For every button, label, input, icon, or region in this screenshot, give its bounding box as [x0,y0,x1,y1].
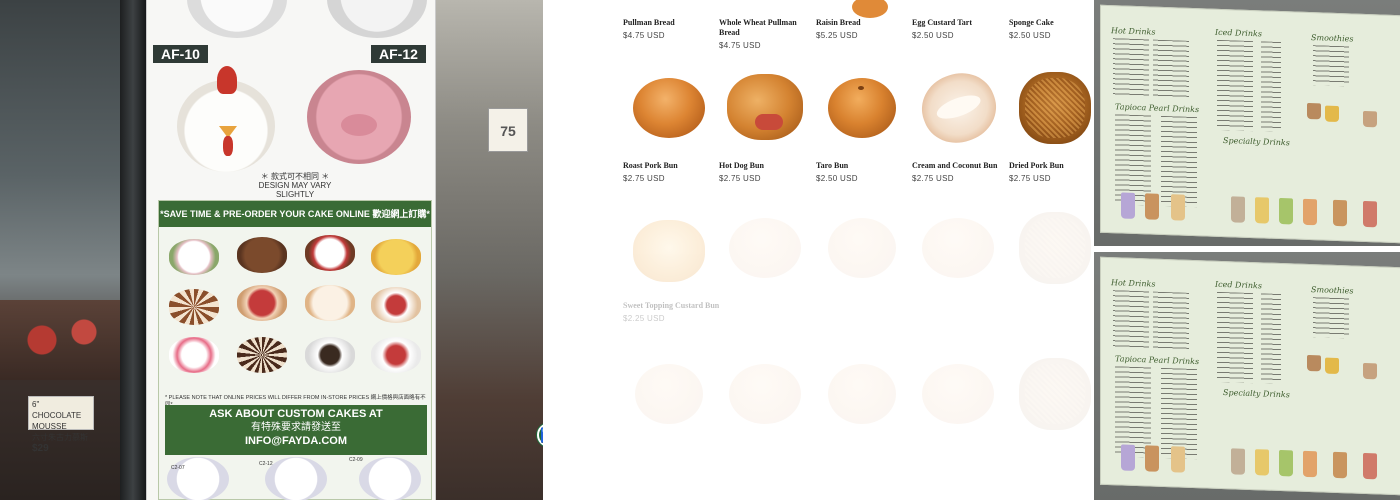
poster-note-chinese: ＊ 款式可不相同 ＊ [260,172,330,181]
product-card-placeholder [816,204,906,294]
drink-menu-sheet: Hot Drinks Iced Drinks Smoothies Tapioca… [1100,256,1400,496]
product-card-placeholder [719,350,809,440]
product-card-placeholder [912,350,1002,440]
product-price: $2.25 USD [623,314,665,323]
product-name[interactable]: Pullman Bread [623,18,713,28]
product-price: $2.75 USD [1009,174,1051,183]
drink-menu-photos: Hot Drinks Iced Drinks Smoothies Tapioca… [1094,0,1400,500]
product-image[interactable] [623,64,713,154]
product-image[interactable] [1009,64,1094,154]
character-cake-image [359,457,421,500]
menu-section-title: Tapioca Pearl Drinks [1115,354,1200,367]
shelf-tag-chinese: 六寸朱古力慕斯 [32,433,88,442]
product-card[interactable]: Whole Wheat Pullman Bread $4.75 USD [719,18,809,50]
cake-code: C2-12 [259,461,273,467]
product-name[interactable]: Sweet Topping Custard Bun [623,301,719,311]
product-price: $2.75 USD [623,174,665,183]
cake-code: C2-07 [171,465,185,471]
product-name[interactable]: Hot Dog Bun [719,161,809,171]
character-cake-image [167,457,229,500]
shelf-sign: 75 [488,108,528,152]
product-card-placeholder [1009,204,1094,294]
interior-shelf: 75 [436,0,543,500]
product-name[interactable]: Roast Pork Bun [623,161,713,171]
product-price: $2.75 USD [912,174,954,183]
preorder-banner: *SAVE TIME & PRE-ORDER YOUR CAKE ONLINE … [159,201,431,227]
cake-code: C2-09 [349,457,363,463]
product-image[interactable] [623,204,713,294]
menu-section-title: Iced Drinks [1215,279,1262,291]
product-price: $2.75 USD [719,174,761,183]
menu-section-title: Specialty Drinks [1223,136,1290,148]
product-name[interactable]: Taro Bun [816,161,906,171]
shelf-tag-price: $29 [32,443,49,454]
product-card[interactable]: Taro Bun $2.50 USD [816,64,906,183]
custom-cakes-line2: 有特殊要求請發送至 [251,422,341,433]
product-card-placeholder [912,204,1002,294]
preorder-poster: *SAVE TIME & PRE-ORDER YOUR CAKE ONLINE … [158,200,432,500]
product-name[interactable]: Cream and Coconut Bun [912,161,1002,171]
product-price: $4.75 USD [719,41,761,50]
product-name[interactable]: Dried Pork Bun [1009,161,1094,171]
rooster-cake-image [177,66,275,172]
product-image[interactable] [816,64,906,154]
product-card[interactable]: Sponge Cake $2.50 USD [1009,18,1094,40]
poster-cake-top-right [327,0,427,38]
menu-section-title: Smoothies [1311,285,1354,296]
product-card[interactable]: Dried Pork Bun $2.75 USD [1009,64,1094,183]
shelf-price-tag: 6" CHOCOLATE MOUSSE 六寸朱古力慕斯 $29 [28,396,94,454]
cake-code-label: AF-10 [153,45,208,63]
product-grid: Pullman Bread $4.75 USD Whole Wheat Pull… [543,0,1094,500]
product-image[interactable] [719,64,809,154]
product-image[interactable] [852,0,888,18]
cake-code-label: AF-12 [371,45,426,63]
product-name[interactable]: Raisin Bread [816,18,906,28]
product-name[interactable]: Whole Wheat Pullman Bread [719,18,809,38]
product-card[interactable]: Sweet Topping Custard Bun $2.25 USD [623,204,719,323]
menu-section-title: Hot Drinks [1111,278,1156,289]
menu-section-title: Hot Drinks [1111,26,1156,37]
storefront-photo: 6" CHOCOLATE MOUSSE 六寸朱古力慕斯 $29 AF-10 AF… [0,0,543,500]
product-card[interactable]: Raisin Bread $5.25 USD [816,0,906,40]
menu-section-title: Tapioca Pearl Drinks [1115,102,1200,115]
menu-section-title: Smoothies [1311,33,1354,44]
product-price: $2.50 USD [816,174,858,183]
product-price: $2.50 USD [1009,31,1051,40]
product-name[interactable]: Sponge Cake [1009,18,1094,28]
door-frame [120,0,146,500]
custom-cakes-box: ASK ABOUT CUSTOM CAKES AT 有特殊要求請發送至 INFO… [165,405,427,455]
shop-window: 6" CHOCOLATE MOUSSE 六寸朱古力慕斯 $29 [0,0,140,500]
custom-cakes-email: INFO@FAYDA.COM [245,435,347,447]
pig-cake-image [307,70,411,164]
product-card[interactable]: Cream and Coconut Bun $2.75 USD [912,63,1006,183]
product-price: $4.75 USD [623,31,665,40]
cake-display-shelf [0,300,140,380]
cake-grid-image [167,233,425,393]
product-name[interactable]: Egg Custard Tart [912,18,1002,28]
product-image[interactable] [912,63,1006,154]
drink-menu-sheet: Hot Drinks Iced Drinks Smoothies Tapioca… [1100,4,1400,244]
product-price: $2.50 USD [912,31,954,40]
shelf-tag-title: 6" CHOCOLATE MOUSSE [32,400,82,431]
product-price: $5.25 USD [816,31,858,40]
drink-menu-photo: Hot Drinks Iced Drinks Smoothies Tapioca… [1094,252,1400,500]
shelf-sign-text: 75 [500,123,516,139]
menu-section-title: Iced Drinks [1215,27,1262,39]
drink-menu-photo: Hot Drinks Iced Drinks Smoothies Tapioca… [1094,0,1400,246]
product-card-placeholder [719,204,809,294]
product-card[interactable]: Roast Pork Bun $2.75 USD [623,64,713,183]
product-card-placeholder [816,350,906,440]
poster-cake-top-left [187,0,287,38]
custom-cakes-line1: ASK ABOUT CUSTOM CAKES AT [209,408,383,420]
poster-note-english: DESIGN MAY VARY SLIGHTLY [258,181,332,199]
product-card[interactable]: Pullman Bread $4.75 USD [623,18,713,40]
poster-note: ＊ 款式可不相同 ＊ DESIGN MAY VARY SLIGHTLY [245,172,345,199]
character-cake-image [265,457,327,500]
product-card-placeholder [623,350,713,440]
product-card[interactable]: Egg Custard Tart $2.50 USD [912,18,1002,40]
menu-section-title: Specialty Drinks [1223,388,1290,400]
product-card[interactable]: Hot Dog Bun $2.75 USD [719,64,809,183]
product-card-placeholder [1009,350,1094,440]
